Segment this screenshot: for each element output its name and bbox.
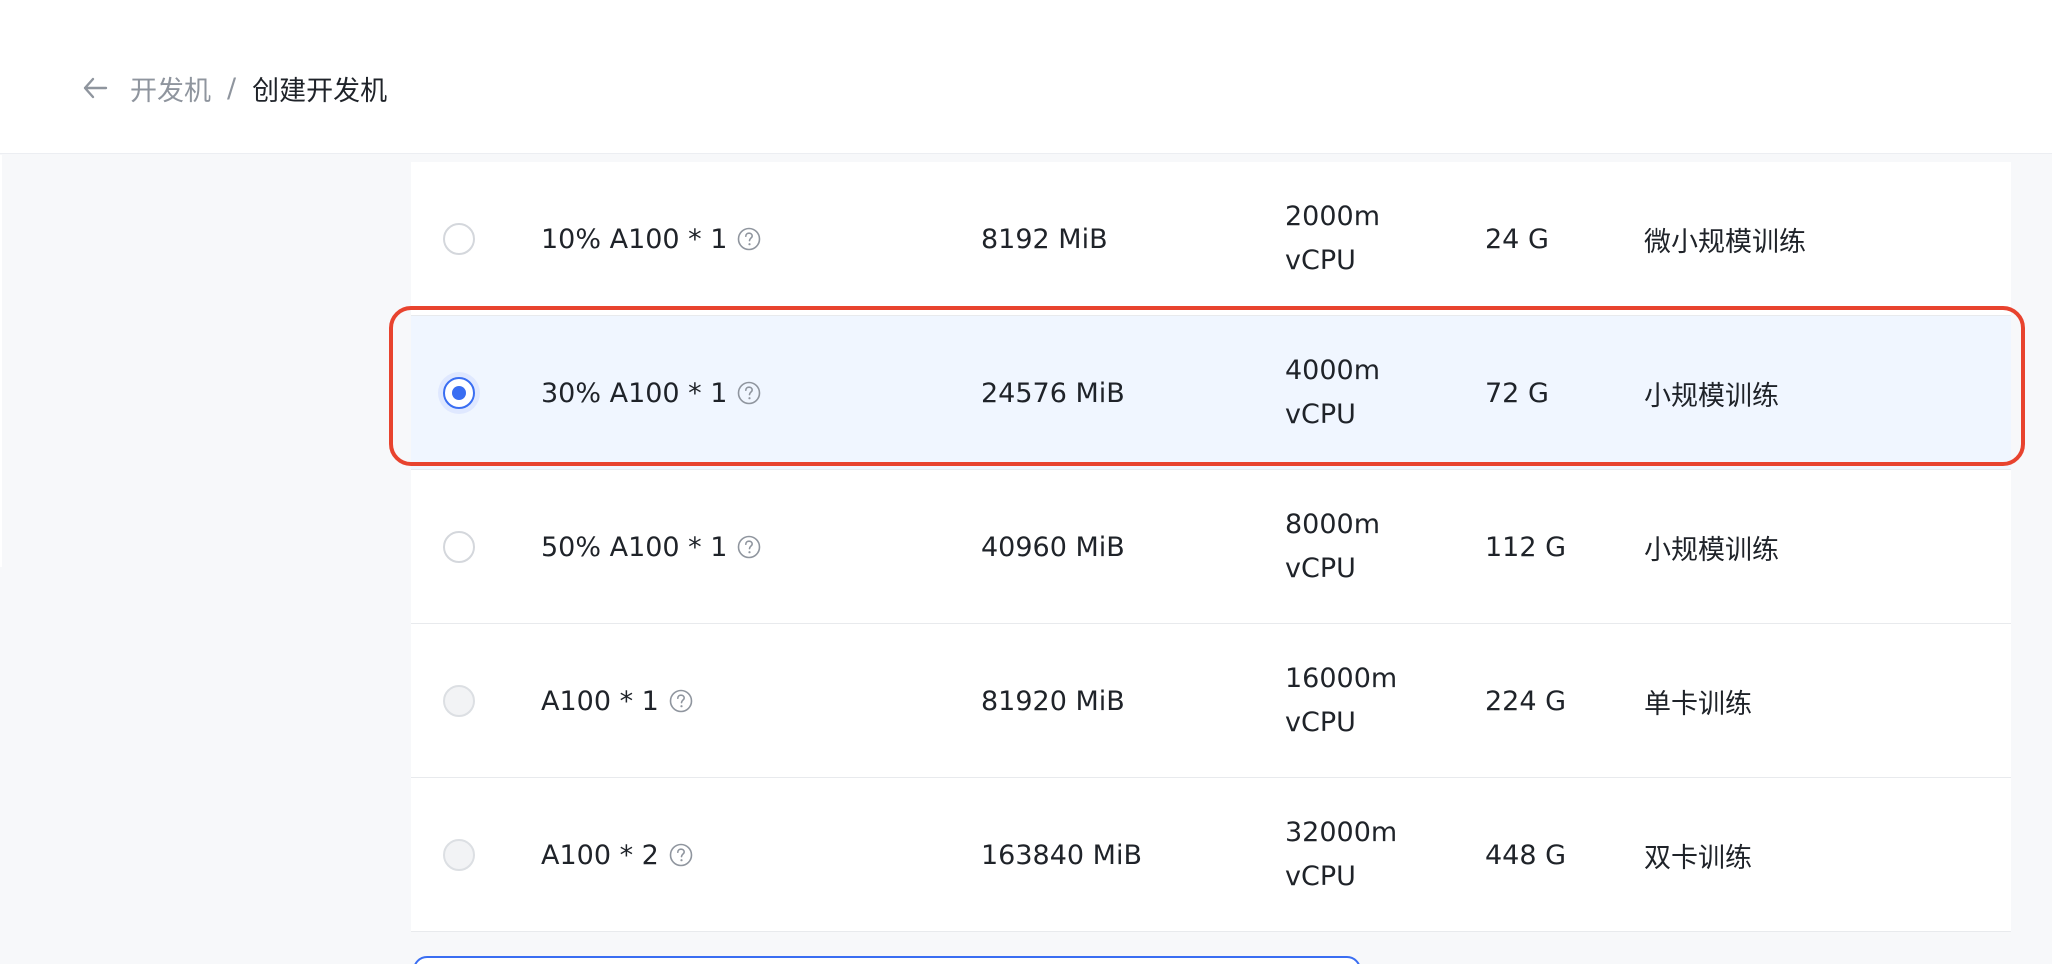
- page-header: 开发机 / 创建开发机: [0, 0, 2052, 154]
- memory-value: 8192 MiB: [981, 223, 1108, 255]
- cpu-unit: vCPU: [1285, 707, 1356, 738]
- memory-value: 81920 MiB: [981, 685, 1125, 717]
- spec-name: A100 * 2: [541, 839, 659, 871]
- next-section-box[interactable]: [413, 956, 1361, 964]
- table-row-selected[interactable]: 30% A100 * 1 24576 MiB 4000m vCPU 72 G 小…: [411, 316, 2011, 470]
- spec-name: 30% A100 * 1: [541, 377, 728, 409]
- question-circle-icon[interactable]: [669, 843, 693, 867]
- breadcrumb-parent-link[interactable]: 开发机: [130, 69, 211, 108]
- disk-value: 448 G: [1485, 839, 1567, 871]
- breadcrumb-current: 创建开发机: [252, 75, 388, 107]
- cpu-unit: vCPU: [1285, 399, 1356, 430]
- question-circle-icon[interactable]: [737, 381, 761, 405]
- cpu-amount: 4000m: [1285, 355, 1381, 386]
- cpu-unit: vCPU: [1285, 245, 1356, 276]
- cpu-unit: vCPU: [1285, 553, 1356, 584]
- memory-value: 163840 MiB: [981, 839, 1142, 871]
- table-row[interactable]: A100 * 1 81920 MiB 16000m vCPU 224 G 单卡训…: [411, 624, 2011, 778]
- table-row[interactable]: 50% A100 * 1 40960 MiB 8000m vCPU 112 G …: [411, 470, 2011, 624]
- disk-value: 112 G: [1485, 531, 1567, 563]
- question-circle-icon[interactable]: [737, 535, 761, 559]
- spec-name: 10% A100 * 1: [541, 223, 728, 255]
- disk-value: 224 G: [1485, 685, 1567, 717]
- scene-value: 小规模训练: [1644, 534, 1779, 566]
- memory-value: 40960 MiB: [981, 531, 1125, 563]
- table-row[interactable]: 10% A100 * 1 8192 MiB 2000m vCPU 24 G 微小…: [411, 162, 2011, 316]
- spec-name: 50% A100 * 1: [541, 531, 728, 563]
- breadcrumb-separator: /: [227, 72, 237, 104]
- disk-value: 24 G: [1485, 223, 1549, 255]
- sidebar-edge: [0, 155, 2, 567]
- memory-value: 24576 MiB: [981, 377, 1125, 409]
- cpu-value: 16000m vCPU: [1285, 624, 1397, 778]
- scene-value: 双卡训练: [1644, 842, 1752, 874]
- spec-radio-disabled[interactable]: [443, 685, 475, 717]
- cpu-value: 8000m vCPU: [1285, 470, 1380, 624]
- cpu-amount: 2000m: [1285, 201, 1381, 232]
- cpu-value: 32000m vCPU: [1285, 778, 1397, 932]
- cpu-value: 4000m vCPU: [1285, 316, 1380, 470]
- table-row[interactable]: A100 * 2 163840 MiB 32000m vCPU 448 G 双卡…: [411, 778, 2011, 932]
- cpu-value: 2000m vCPU: [1285, 162, 1380, 316]
- breadcrumb: 开发机 / 创建开发机: [80, 66, 387, 110]
- question-circle-icon[interactable]: [669, 689, 693, 713]
- spec-radio[interactable]: [443, 531, 475, 563]
- resource-spec-table: 10% A100 * 1 8192 MiB 2000m vCPU 24 G 微小…: [411, 162, 2011, 932]
- cpu-amount: 32000m: [1285, 817, 1398, 848]
- scene-value: 微小规模训练: [1644, 226, 1806, 258]
- disk-value: 72 G: [1485, 377, 1549, 409]
- spec-radio-checked[interactable]: [443, 377, 475, 409]
- spec-radio[interactable]: [443, 223, 475, 255]
- question-circle-icon[interactable]: [737, 227, 761, 251]
- cpu-unit: vCPU: [1285, 861, 1356, 892]
- spec-radio-disabled[interactable]: [443, 839, 475, 871]
- cpu-amount: 16000m: [1285, 663, 1398, 694]
- arrow-left-icon[interactable]: [80, 73, 110, 103]
- page: 开发机 / 创建开发机 10% A100 * 1 8192 MiB 2000m …: [0, 0, 2052, 964]
- scene-value: 单卡训练: [1644, 688, 1752, 720]
- spec-name: A100 * 1: [541, 685, 659, 717]
- cpu-amount: 8000m: [1285, 509, 1381, 540]
- scene-value: 小规模训练: [1644, 380, 1779, 412]
